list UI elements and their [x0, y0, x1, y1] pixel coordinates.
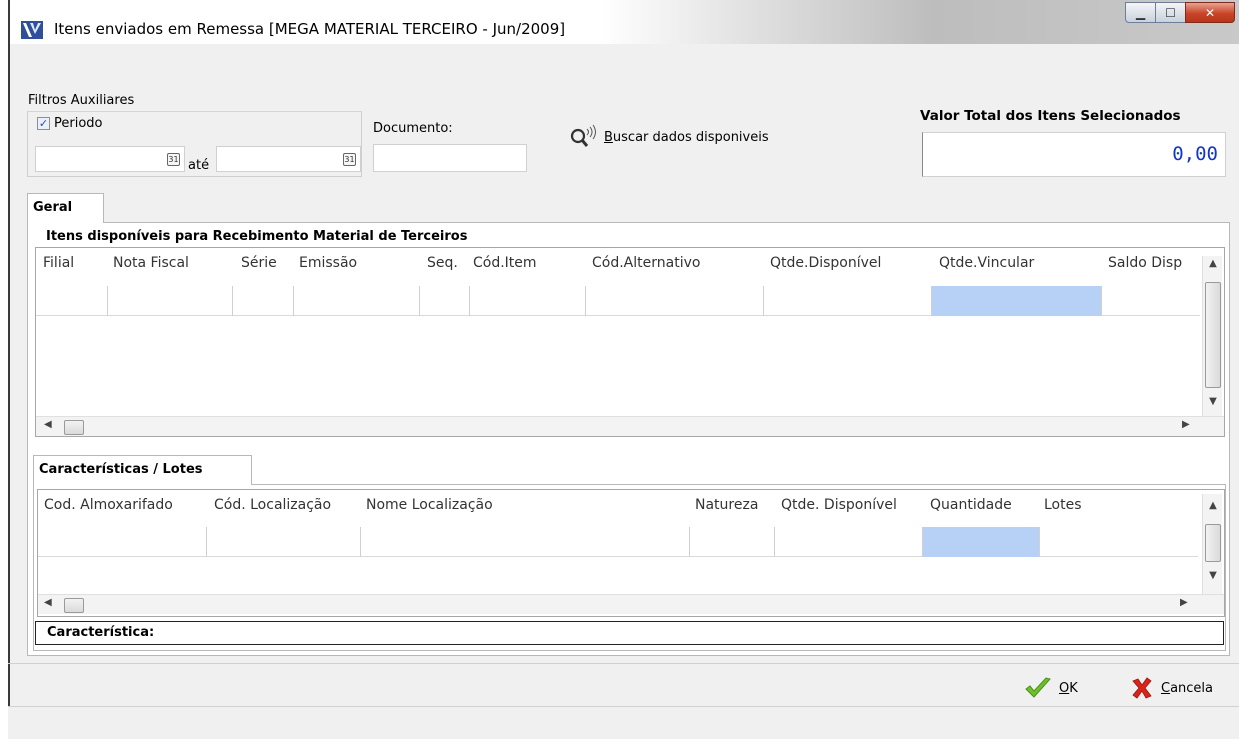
column-header[interactable]: Filial: [43, 255, 74, 271]
buscar-dados-label: Buscar dados disponiveis: [604, 129, 769, 145]
tab-caracteristicas-lotes[interactable]: Características / Lotes: [33, 455, 252, 485]
window-title: Itens enviados em Remessa [MEGA MATERIAL…: [54, 20, 566, 38]
table-cell[interactable]: [775, 527, 923, 557]
table-cell[interactable]: [1102, 286, 1200, 316]
column-header[interactable]: Qtde.Disponível: [770, 255, 881, 271]
lotes-grid[interactable]: Cod. Almoxarifado Cód. Localização Nome …: [37, 489, 1225, 617]
column-header[interactable]: Nota Fiscal: [113, 255, 189, 271]
column-header[interactable]: Saldo Disp: [1108, 255, 1182, 271]
close-x-icon: [1132, 677, 1152, 699]
scroll-right-icon[interactable]: ▶: [1180, 597, 1188, 608]
ok-label: OK: [1059, 680, 1078, 696]
table-cell[interactable]: [36, 286, 108, 316]
caracteristica-field[interactable]: Característica:: [35, 621, 1224, 645]
scroll-down-icon[interactable]: ▼: [1203, 396, 1223, 407]
itens-horizontal-scrollbar[interactable]: ◀ ▶: [36, 416, 1224, 436]
title-bar[interactable]: Itens enviados em Remessa [MEGA MATERIAL…: [10, 0, 1239, 44]
search-icon: [570, 124, 596, 147]
scroll-down-icon[interactable]: ▼: [1203, 570, 1223, 581]
caracteristica-label: Característica:: [47, 625, 155, 640]
table-cell[interactable]: [764, 286, 932, 316]
table-cell[interactable]: [586, 286, 764, 316]
table-cell[interactable]: [38, 527, 207, 557]
window-controls: ▁ ☐ ✕: [1125, 2, 1235, 23]
periodo-checkbox[interactable]: ✓: [37, 117, 50, 130]
table-cell[interactable]: [361, 527, 690, 557]
calendar-icon[interactable]: 31: [343, 153, 356, 166]
itens-grid[interactable]: Filial Nota Fiscal Série Emissão Seq. Có…: [35, 247, 1225, 437]
column-header[interactable]: Lotes: [1044, 497, 1082, 513]
itens-grid-header: Filial Nota Fiscal Série Emissão Seq. Có…: [36, 248, 1204, 278]
column-header[interactable]: Qtde.Vincular: [939, 255, 1034, 271]
column-header[interactable]: Natureza: [695, 497, 758, 513]
itens-vertical-scrollbar[interactable]: ▲ ▼: [1202, 256, 1222, 416]
ok-button[interactable]: OK: [1024, 676, 1078, 700]
scroll-up-icon[interactable]: ▲: [1203, 500, 1223, 511]
scroll-left-icon[interactable]: ◀: [44, 419, 52, 430]
valor-total-value: 0,00: [1172, 143, 1218, 165]
tab-geral[interactable]: Geral: [27, 193, 104, 223]
table-cell[interactable]: [233, 286, 294, 316]
filtros-auxiliares-label: Filtros Auxiliares: [28, 93, 138, 108]
column-header[interactable]: Emissão: [299, 255, 357, 271]
table-cell[interactable]: [420, 286, 470, 316]
column-header[interactable]: Série: [241, 255, 277, 271]
column-header[interactable]: Cód. Localização: [214, 497, 331, 513]
scroll-thumb[interactable]: [1205, 282, 1221, 388]
valor-total-label: Valor Total dos Itens Selecionados: [920, 108, 1181, 124]
maximize-button[interactable]: ☐: [1155, 2, 1185, 23]
table-cell[interactable]: [294, 286, 420, 316]
cancela-label: Cancela: [1161, 680, 1214, 696]
table-cell[interactable]: [470, 286, 586, 316]
scroll-right-icon[interactable]: ▶: [1182, 419, 1190, 430]
column-header[interactable]: Cod. Almoxarifado: [44, 497, 173, 513]
scroll-left-icon[interactable]: ◀: [44, 597, 52, 608]
maximize-icon: ☐: [1165, 5, 1176, 20]
table-cell[interactable]: [1040, 527, 1198, 557]
column-header[interactable]: Cód.Item: [473, 255, 537, 271]
table-cell[interactable]: [207, 527, 361, 557]
footer-divider: [8, 663, 1239, 664]
table-cell[interactable]: [690, 527, 775, 557]
minimize-icon: ▁: [1135, 5, 1146, 20]
column-header[interactable]: Seq.: [427, 255, 458, 271]
scroll-thumb[interactable]: [64, 598, 84, 613]
checkmark-icon: ✓: [38, 117, 49, 130]
close-button[interactable]: ✕: [1185, 2, 1235, 23]
periodo-label: Periodo: [54, 116, 103, 131]
tab-geral-label: Geral: [33, 200, 73, 215]
itens-disponiveis-label: Itens disponíveis para Recebimento Mater…: [43, 229, 471, 244]
buscar-dados-button[interactable]: Buscar dados disponiveis: [568, 124, 769, 150]
table-row[interactable]: [38, 527, 1198, 557]
lotes-vertical-scrollbar[interactable]: ▲ ▼: [1202, 494, 1222, 594]
calendar-icon[interactable]: 31: [167, 153, 180, 166]
column-header[interactable]: Nome Localização: [366, 497, 493, 513]
quantidade-cell[interactable]: [923, 527, 1040, 557]
lotes-horizontal-scrollbar[interactable]: ◀ ▶: [38, 594, 1224, 614]
minimize-button[interactable]: ▁: [1125, 2, 1155, 23]
status-bar: [8, 706, 1239, 739]
ate-label: até: [188, 158, 210, 173]
table-row[interactable]: [36, 286, 1200, 316]
checkmark-icon: [1025, 677, 1051, 698]
lotes-grid-header: Cod. Almoxarifado Cód. Localização Nome …: [38, 490, 1198, 520]
date-to-input[interactable]: 31: [216, 146, 361, 172]
scroll-thumb[interactable]: [1205, 524, 1221, 562]
app-logo-icon: [21, 21, 43, 39]
valor-total-field: 0,00: [922, 132, 1226, 177]
cancel-button[interactable]: Cancela: [1130, 676, 1213, 700]
scroll-up-icon[interactable]: ▲: [1203, 258, 1223, 269]
documento-label: Documento:: [373, 121, 453, 136]
documento-input[interactable]: [373, 144, 527, 172]
tab-caracteristicas-label: Características / Lotes: [39, 462, 203, 477]
scroll-thumb[interactable]: [64, 420, 84, 435]
close-icon: ✕: [1204, 5, 1216, 20]
qtde-vincular-cell[interactable]: [932, 286, 1102, 316]
column-header[interactable]: Cód.Alternativo: [592, 255, 700, 271]
column-header[interactable]: Qtde. Disponível: [781, 497, 897, 513]
column-header[interactable]: Quantidade: [930, 497, 1012, 513]
date-from-input[interactable]: 31: [35, 146, 185, 172]
periodo-checkbox-row[interactable]: ✓ Periodo: [37, 116, 103, 131]
table-cell[interactable]: [108, 286, 233, 316]
